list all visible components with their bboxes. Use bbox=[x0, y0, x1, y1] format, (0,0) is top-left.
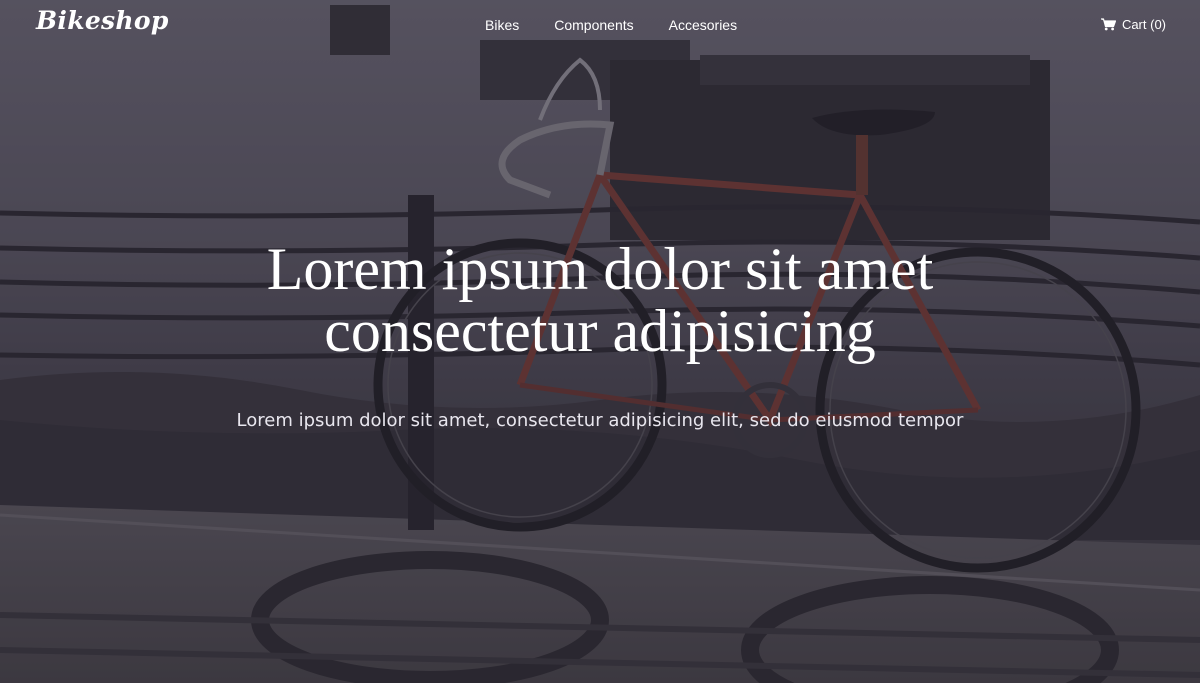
shopping-cart-icon bbox=[1100, 18, 1116, 31]
nav-link-bikes[interactable]: Bikes bbox=[485, 17, 519, 33]
cart-button[interactable]: Cart (0) bbox=[1100, 17, 1166, 32]
main-nav: Bikes Components Accesories bbox=[485, 17, 737, 33]
cart-label: Cart (0) bbox=[1121, 17, 1166, 32]
hero-title-line-1: Lorem ipsum dolor sit amet bbox=[266, 236, 934, 302]
hero-title-line-2: consectetur adipisicing bbox=[324, 298, 876, 364]
hero-title: Lorem ipsum dolor sit amet consectetur a… bbox=[0, 238, 1200, 362]
hero-section: Bikeshop Bikes Components Accesories Car… bbox=[0, 0, 1200, 683]
nav-link-accesories[interactable]: Accesories bbox=[669, 17, 737, 33]
top-navbar: Bikeshop Bikes Components Accesories Car… bbox=[0, 0, 1200, 52]
hero-subtitle: Lorem ipsum dolor sit amet, consectetur … bbox=[236, 410, 964, 431]
brand-logo[interactable]: Bikeshop bbox=[36, 6, 169, 35]
nav-link-components[interactable]: Components bbox=[554, 17, 633, 33]
